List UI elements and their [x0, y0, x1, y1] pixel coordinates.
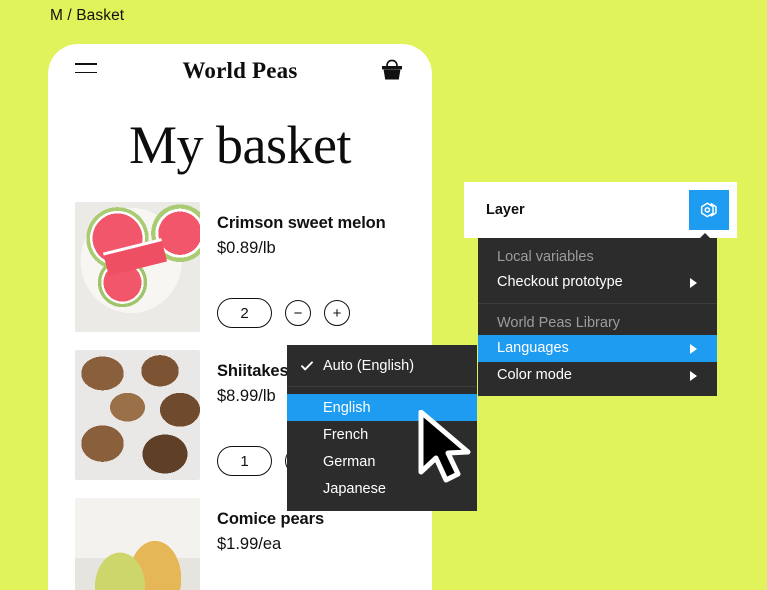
language-option-label: French [323, 426, 369, 443]
cart-item-details: Crimson sweet melon $0.89/lb 2 − + [200, 202, 432, 332]
product-image-pears [75, 498, 200, 590]
decrement-button[interactable]: − [285, 300, 311, 326]
menu-section-header: World Peas Library [497, 315, 621, 331]
chevron-right-icon [690, 370, 697, 381]
menu-group: World Peas Library Languages Color mode [478, 303, 717, 389]
language-option-label: English [323, 399, 371, 416]
menu-item-checkout-prototype[interactable]: Checkout prototype [478, 269, 717, 296]
quantity-value[interactable]: 1 [217, 446, 272, 476]
menu-divider [287, 386, 477, 387]
language-option-label: Japanese [323, 480, 386, 497]
menu-group: Local variables Checkout prototype [478, 245, 717, 296]
menu-item-label: Languages [497, 340, 569, 356]
layer-label: Layer [486, 202, 525, 218]
quantity-value[interactable]: 2 [217, 298, 272, 328]
product-image-shiitakes [75, 350, 200, 480]
language-option-french[interactable]: French [287, 421, 477, 448]
context-menu: Local variables Checkout prototype World… [478, 238, 717, 396]
language-option-english[interactable]: English [287, 394, 477, 421]
menu-item-label: Color mode [497, 367, 572, 383]
language-option-label: Auto (English) [323, 357, 415, 374]
language-submenu: Auto (English) English French German Jap… [287, 345, 477, 511]
menu-item-color-mode[interactable]: Color mode [478, 362, 717, 389]
checkmark-icon [301, 360, 313, 372]
product-name: Comice pears [217, 510, 325, 528]
product-price: $1.99/ea [217, 535, 282, 553]
language-option-auto[interactable]: Auto (English) [287, 352, 477, 379]
brand-logo: World Peas [182, 58, 298, 83]
language-option-german[interactable]: German [287, 448, 477, 475]
basket-icon[interactable] [379, 58, 405, 82]
chevron-right-icon [690, 277, 697, 288]
cart-item-row: Crimson sweet melon $0.89/lb 2 − + [75, 202, 432, 332]
component-variant-icon-button[interactable] [689, 190, 729, 230]
menu-section-header: Local variables [497, 249, 594, 265]
cart-item-details: Comice pears $1.99/ea 1 − + [200, 498, 432, 590]
quantity-stepper: 2 − + [217, 298, 350, 328]
app-header: World Peas [48, 44, 432, 96]
menu-item-label: Checkout prototype [497, 274, 623, 290]
product-image-melon [75, 202, 200, 332]
language-option-japanese[interactable]: Japanese [287, 475, 477, 502]
menu-item-languages[interactable]: Languages [478, 335, 717, 362]
product-name: Crimson sweet melon [217, 214, 386, 232]
language-option-label: German [323, 453, 376, 470]
cart-item-row: Comice pears $1.99/ea 1 − + [75, 498, 432, 590]
breadcrumb: M / Basket [50, 7, 125, 24]
page-title: My basket [129, 115, 351, 175]
chevron-right-icon [690, 343, 697, 354]
increment-button[interactable]: + [324, 300, 350, 326]
layer-panel: Layer [464, 182, 737, 238]
product-price: $0.89/lb [217, 239, 276, 257]
